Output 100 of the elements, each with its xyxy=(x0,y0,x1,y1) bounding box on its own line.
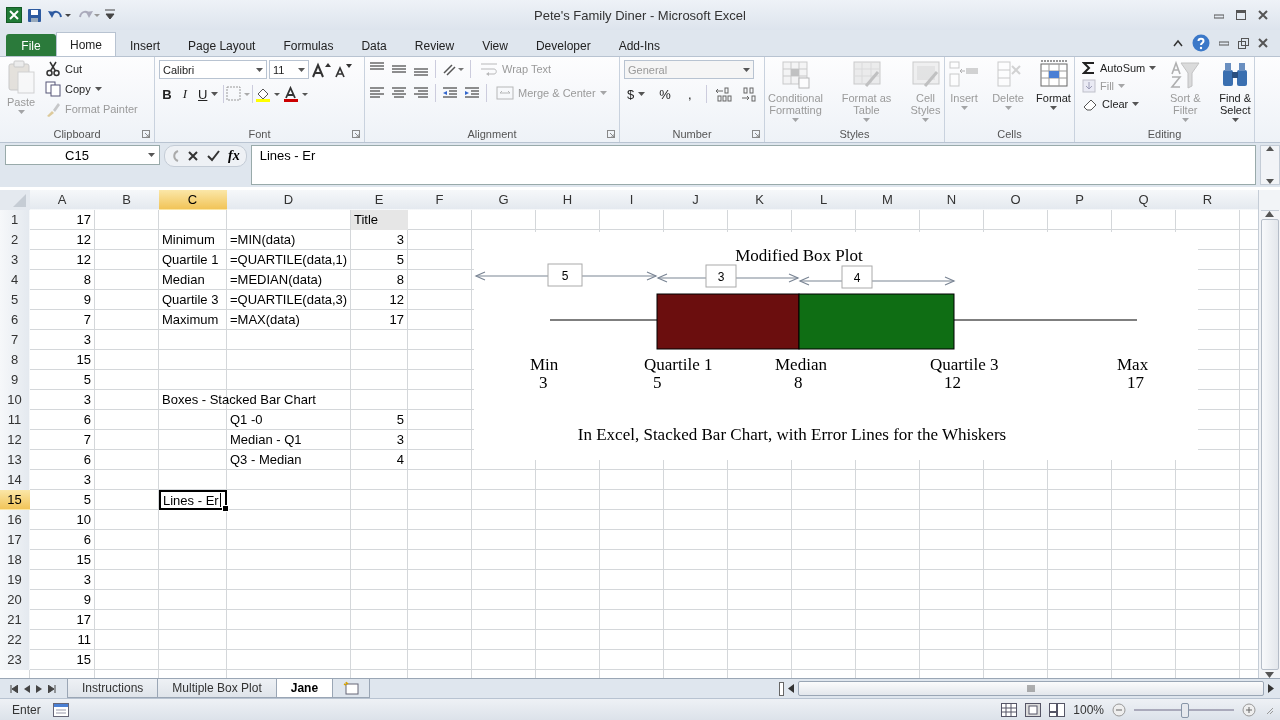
bold-button[interactable]: B xyxy=(159,85,175,103)
dialog-launcher-icon[interactable] xyxy=(752,130,760,138)
font-name-field[interactable]: Calibri xyxy=(159,60,267,79)
row-header[interactable]: 2 xyxy=(0,230,30,250)
row-header[interactable]: 9 xyxy=(0,370,30,390)
sheet-tab[interactable]: Jane xyxy=(275,679,334,698)
scroll-left-icon[interactable] xyxy=(788,684,794,693)
sheet-tab[interactable]: Instructions xyxy=(67,679,159,698)
font-color-icon[interactable] xyxy=(283,86,310,102)
customize-toolbar-icon[interactable] xyxy=(105,9,115,21)
scroll-thumb[interactable] xyxy=(1260,219,1279,670)
ribbon-tab[interactable]: View xyxy=(468,34,522,56)
normal-view-icon[interactable] xyxy=(1001,702,1018,717)
increase-indent-icon[interactable] xyxy=(464,85,480,101)
last-sheet-icon[interactable] xyxy=(48,684,56,693)
row-header[interactable]: 15 xyxy=(0,490,30,510)
row-header[interactable]: 3 xyxy=(0,250,30,270)
row-header[interactable]: 17 xyxy=(0,530,30,550)
ribbon-tab[interactable]: Data xyxy=(347,34,401,56)
row-header[interactable]: 22 xyxy=(0,630,30,650)
clear-button[interactable]: Clear xyxy=(1079,96,1160,112)
scroll-right-icon[interactable] xyxy=(1268,684,1274,693)
next-sheet-icon[interactable] xyxy=(36,684,42,693)
column-header[interactable]: P xyxy=(1048,190,1112,210)
ribbon-tab[interactable]: Insert xyxy=(116,34,175,56)
column-header[interactable]: K xyxy=(728,190,792,210)
row-header[interactable]: 5 xyxy=(0,290,30,310)
page-break-view-icon[interactable] xyxy=(1049,702,1066,717)
column-header[interactable]: B xyxy=(95,190,159,210)
record-macro-icon[interactable] xyxy=(52,702,69,717)
ribbon-tab[interactable]: Review xyxy=(400,34,469,56)
ribbon-tab[interactable]: Add-Ins xyxy=(604,34,674,56)
column-header[interactable]: A xyxy=(30,190,95,210)
row-header[interactable]: 20 xyxy=(0,590,30,610)
column-header[interactable]: E xyxy=(351,190,408,210)
shrink-font-icon[interactable] xyxy=(333,61,353,78)
row-header[interactable]: 16 xyxy=(0,510,30,530)
find-select-button[interactable]: Find & Select xyxy=(1211,60,1260,126)
formula-scrollbar[interactable] xyxy=(1260,145,1280,185)
italic-button[interactable]: I xyxy=(177,85,193,103)
copy-button[interactable]: Copy xyxy=(42,80,141,98)
column-header[interactable]: O xyxy=(984,190,1048,210)
align-center-icon[interactable] xyxy=(391,85,407,101)
ribbon-tab[interactable]: Home xyxy=(56,32,116,56)
close-icon[interactable] xyxy=(1258,38,1268,48)
row-header[interactable]: 14 xyxy=(0,470,30,490)
zoom-slider-thumb[interactable] xyxy=(1181,702,1189,718)
checkmark-icon[interactable] xyxy=(207,150,220,162)
format-cells-button[interactable]: Format xyxy=(1034,60,1073,126)
close-icon[interactable] xyxy=(1258,10,1268,20)
scroll-down-icon[interactable] xyxy=(1266,179,1274,184)
sheet-tab[interactable]: Multiple Box Plot xyxy=(157,679,277,698)
cell-editor[interactable]: Lines - Er xyxy=(159,490,227,510)
autosum-button[interactable]: AutoSum xyxy=(1079,60,1160,76)
decrease-decimal-icon[interactable] xyxy=(740,86,759,102)
row-header[interactable]: 18 xyxy=(0,550,30,570)
cancel-icon[interactable] xyxy=(187,150,199,162)
dialog-launcher-icon[interactable] xyxy=(142,130,150,138)
row-header[interactable]: 13 xyxy=(0,450,30,470)
column-header[interactable]: I xyxy=(600,190,664,210)
name-box[interactable]: C15 xyxy=(5,145,160,165)
minimize-icon[interactable] xyxy=(1219,38,1229,48)
collapse-ribbon-icon[interactable] xyxy=(1173,39,1183,47)
split-handle-icon[interactable] xyxy=(779,681,784,696)
first-sheet-icon[interactable] xyxy=(10,684,18,693)
column-header[interactable]: C xyxy=(159,190,227,210)
underline-button[interactable]: U xyxy=(195,85,222,103)
column-header[interactable]: D xyxy=(227,190,351,210)
column-header[interactable]: M xyxy=(856,190,920,210)
align-left-icon[interactable] xyxy=(369,85,385,101)
column-header[interactable]: G xyxy=(472,190,536,210)
column-header[interactable]: L xyxy=(792,190,856,210)
grow-font-icon[interactable] xyxy=(311,61,331,78)
row-header[interactable]: 11 xyxy=(0,410,30,430)
restore-icon[interactable] xyxy=(1238,37,1249,49)
ribbon-tab[interactable]: Page Layout xyxy=(174,34,270,56)
dialog-launcher-icon[interactable] xyxy=(352,130,360,138)
ribbon-tab[interactable]: Developer xyxy=(521,34,605,56)
text-orientation-icon[interactable] xyxy=(442,61,464,77)
horizontal-scrollbar-thumb[interactable] xyxy=(798,681,1264,696)
decrease-indent-icon[interactable] xyxy=(442,85,458,101)
column-header[interactable]: J xyxy=(664,190,728,210)
row-header[interactable]: 6 xyxy=(0,310,30,330)
maximize-icon[interactable] xyxy=(1236,10,1246,20)
page-layout-view-icon[interactable] xyxy=(1025,702,1042,717)
scroll-up-icon[interactable] xyxy=(1266,146,1274,151)
cut-button[interactable]: Cut xyxy=(42,60,141,78)
font-size-field[interactable]: 11 xyxy=(269,60,309,79)
row-header[interactable]: 23 xyxy=(0,650,30,670)
column-header[interactable]: H xyxy=(536,190,600,210)
help-icon[interactable] xyxy=(1192,34,1210,52)
row-header[interactable]: 1 xyxy=(0,210,30,230)
row-header[interactable]: 7 xyxy=(0,330,30,350)
insert-function-button[interactable]: fx xyxy=(228,148,240,164)
fill-color-icon[interactable] xyxy=(255,86,282,102)
row-header[interactable]: 4 xyxy=(0,270,30,290)
row-header[interactable]: 10 xyxy=(0,390,30,410)
align-right-icon[interactable] xyxy=(413,85,429,101)
previous-sheet-icon[interactable] xyxy=(24,684,30,693)
row-header[interactable]: 21 xyxy=(0,610,30,630)
